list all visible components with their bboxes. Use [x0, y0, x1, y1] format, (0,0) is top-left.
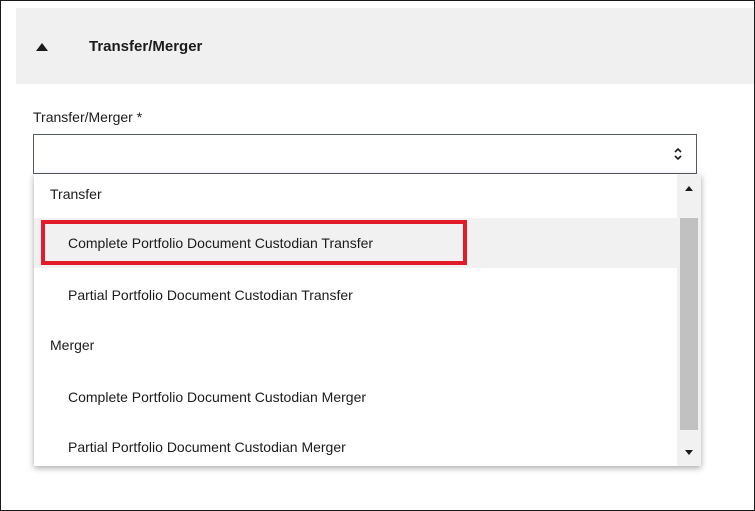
option-partial-merger[interactable]: Partial Portfolio Document Custodian Mer… — [34, 422, 677, 466]
section-title: Transfer/Merger — [89, 38, 203, 55]
screenshot-frame: Transfer/Merger Transfer/Merger * Transf… — [0, 0, 755, 511]
scroll-thumb[interactable] — [680, 218, 698, 430]
optgroup-label-transfer: Transfer — [50, 186, 102, 202]
scroll-up-arrow-icon[interactable] — [677, 176, 701, 200]
up-down-chevron-icon — [674, 146, 682, 162]
option-complete-transfer[interactable]: Complete Portfolio Document Custodian Tr… — [34, 218, 677, 268]
option-complete-merger[interactable]: Complete Portfolio Document Custodian Me… — [34, 372, 677, 422]
dropdown-listbox[interactable]: Transfer Complete Portfolio Document Cus… — [34, 174, 701, 466]
triangle-up-icon[interactable] — [35, 39, 49, 51]
option-partial-transfer[interactable]: Partial Portfolio Document Custodian Tra… — [34, 270, 677, 320]
dropdown-scrollbar[interactable] — [677, 174, 701, 466]
optgroup-label-merger: Merger — [50, 337, 95, 353]
transfer-merger-select[interactable] — [33, 134, 697, 174]
scroll-down-arrow-icon[interactable] — [677, 440, 701, 464]
field-label: Transfer/Merger * — [33, 109, 143, 125]
